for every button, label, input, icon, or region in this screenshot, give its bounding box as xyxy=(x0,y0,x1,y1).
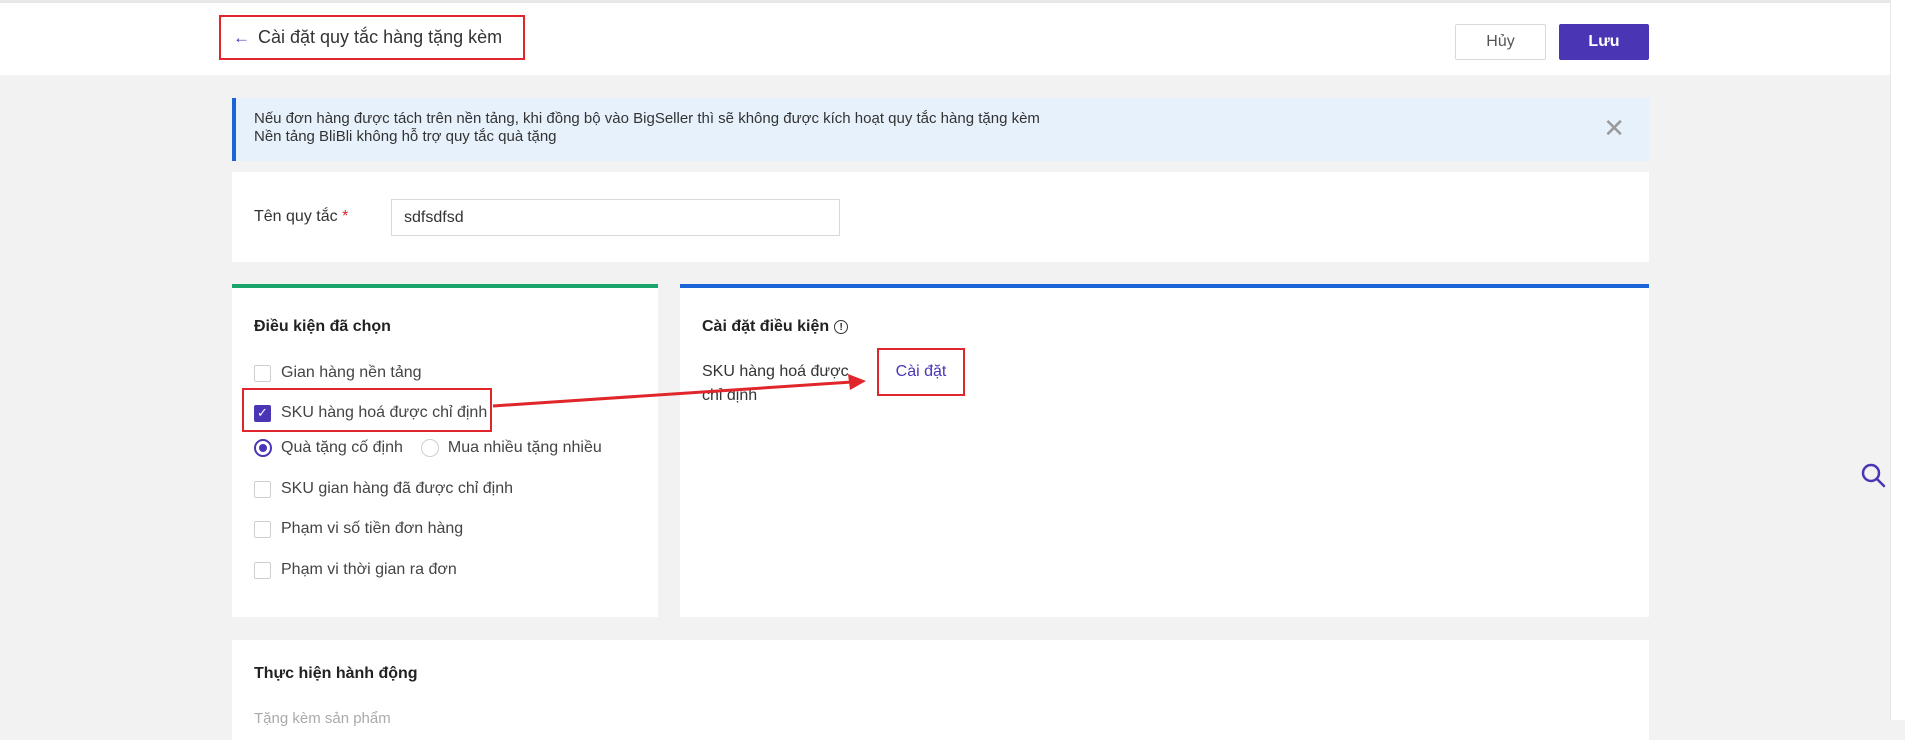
radio-buy-more-get-more[interactable] xyxy=(420,439,439,457)
selected-conditions-title: Điều kiện đã chọn xyxy=(254,318,391,335)
notice-line-1: Nếu đơn hàng được tách trên nền tảng, kh… xyxy=(254,110,1040,127)
checkbox[interactable] xyxy=(254,561,271,579)
checkbox[interactable] xyxy=(254,520,271,538)
condition-order-time[interactable]: Phạm vi thời gian ra đơn xyxy=(254,561,457,579)
checkbox[interactable] xyxy=(254,364,271,382)
scrollbar[interactable] xyxy=(1890,0,1905,720)
rule-name-input[interactable] xyxy=(391,199,840,236)
rule-name-card: Tên quy tắc * xyxy=(232,172,1649,262)
save-button[interactable]: Lưu xyxy=(1559,24,1649,60)
condition-settings-title: Cài đặt điều kiện ! xyxy=(702,318,849,336)
page-title: Cài đặt quy tắc hàng tặng kèm xyxy=(258,27,503,47)
search-icon[interactable] xyxy=(1860,462,1886,488)
checkbox[interactable] xyxy=(254,480,271,498)
selected-conditions-card: Điều kiện đã chọn Gian hàng nền tảng ✓ S… xyxy=(232,284,658,617)
condition-settings-card: Cài đặt điều kiện ! xyxy=(680,284,1649,617)
highlight-box-sku xyxy=(242,388,492,432)
action-title: Thực hiện hành động xyxy=(254,665,418,682)
condition-sku-store[interactable]: SKU gian hàng đã được chỉ định xyxy=(254,480,513,498)
notice-line-2: Nền tảng BliBli không hỗ trợ quy tắc quà… xyxy=(254,128,557,145)
radio-fixed-gift[interactable] xyxy=(254,439,272,457)
setting-link[interactable]: Cài đặt xyxy=(877,348,965,396)
gift-type-radio-group: Quà tặng cố định Mua nhiều tặng nhiều xyxy=(254,439,602,457)
close-icon[interactable]: ✕ xyxy=(1603,115,1625,141)
action-sub: Tặng kèm sản phẩm xyxy=(254,710,391,727)
cancel-button[interactable]: Hủy xyxy=(1455,24,1546,60)
action-card: Thực hiện hành động Tặng kèm sản phẩm xyxy=(232,640,1649,740)
info-icon[interactable]: ! xyxy=(834,320,849,334)
condition-order-amount[interactable]: Phạm vi số tiền đơn hàng xyxy=(254,520,463,538)
notice-banner: Nếu đơn hàng được tách trên nền tảng, kh… xyxy=(232,98,1649,161)
top-bar: ← Cài đặt quy tắc hàng tặng kèm Hủy Lưu xyxy=(0,0,1890,75)
arrow-left-icon: ← xyxy=(233,27,250,47)
rule-name-label: Tên quy tắc * xyxy=(254,208,349,225)
sku-condition-label: SKU hàng hoá được chỉ định xyxy=(702,363,849,404)
condition-platform-store[interactable]: Gian hàng nền tảng xyxy=(254,364,422,382)
back-button[interactable]: ← Cài đặt quy tắc hàng tặng kèm xyxy=(219,15,525,60)
